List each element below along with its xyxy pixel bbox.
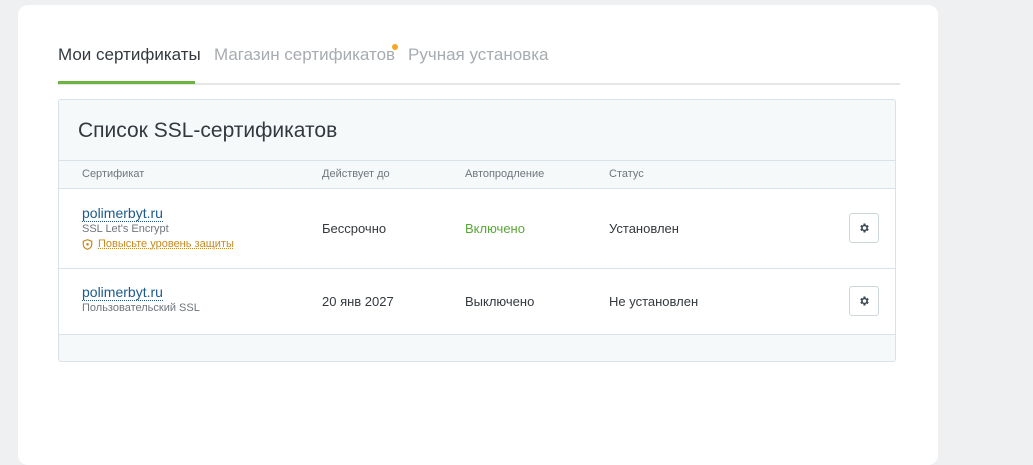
column-header-status: Статус bbox=[609, 168, 644, 180]
status-value: Установлен bbox=[609, 221, 679, 236]
gear-icon bbox=[860, 296, 869, 306]
notification-dot bbox=[392, 44, 398, 50]
certificate-domain-link[interactable]: polimerbyt.ru bbox=[82, 285, 163, 301]
certificate-settings-button[interactable] bbox=[849, 213, 879, 243]
tab-label: Магазин сертификатов bbox=[214, 45, 396, 64]
column-header-autorenew: Автопродление bbox=[465, 168, 545, 180]
autorenew-value: Включено bbox=[465, 221, 525, 236]
tab-bar: Мои сертификаты Магазин сертификатов Руч… bbox=[58, 39, 900, 85]
tab-my-certificates[interactable]: Мои сертификаты bbox=[58, 45, 201, 65]
table-row: polimerbyt.ru Пользовательский SSL 20 ян… bbox=[59, 269, 895, 335]
certificate-settings-button[interactable] bbox=[849, 286, 879, 316]
ssl-certificates-card: Список SSL-сертификатов Сертификат Дейст… bbox=[58, 99, 896, 362]
main-panel: Мои сертификаты Магазин сертификатов Руч… bbox=[18, 5, 938, 465]
tab-label: Мои сертификаты bbox=[58, 45, 201, 64]
tab-certificate-store[interactable]: Магазин сертификатов bbox=[214, 45, 395, 65]
shield-icon bbox=[82, 239, 93, 250]
card-title: Список SSL-сертификатов bbox=[78, 119, 338, 142]
status-value: Не установлен bbox=[609, 294, 699, 309]
gear-icon bbox=[860, 223, 869, 233]
table-header: Сертификат Действует до Автопродление Ст… bbox=[59, 160, 895, 189]
upgrade-security-label: Повысьте уровень защиты bbox=[98, 238, 234, 250]
autorenew-value: Выключено bbox=[465, 294, 535, 309]
active-tab-indicator bbox=[58, 81, 195, 84]
column-header-certificate: Сертификат bbox=[82, 168, 145, 180]
tab-label: Ручная установка bbox=[408, 45, 549, 64]
certificate-type: Пользовательский SSL bbox=[82, 302, 200, 314]
column-header-valid-until: Действует до bbox=[322, 168, 390, 180]
tab-manual-install[interactable]: Ручная установка bbox=[408, 45, 548, 65]
table-row: polimerbyt.ru SSL Let's Encrypt Повысьте… bbox=[59, 189, 895, 269]
valid-until-value: 20 янв 2027 bbox=[322, 294, 394, 309]
valid-until-value: Бессрочно bbox=[322, 221, 387, 236]
certificate-type: SSL Let's Encrypt bbox=[82, 223, 169, 235]
certificate-domain-link[interactable]: polimerbyt.ru bbox=[82, 206, 163, 222]
